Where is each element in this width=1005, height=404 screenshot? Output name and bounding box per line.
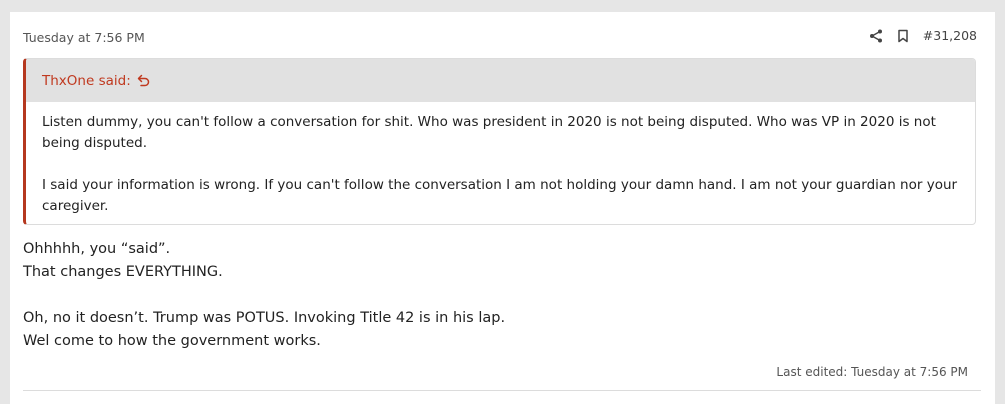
- post-number-link[interactable]: #31,208: [923, 28, 977, 43]
- message-body: Ohhhhh, you “said”. That changes EVERYTH…: [23, 238, 973, 353]
- message-line: That changes EVERYTHING.: [23, 264, 223, 280]
- quote-block: ThxOne said: Listen dummy, you can't fol…: [23, 58, 976, 225]
- quote-header: ThxOne said:: [26, 59, 975, 102]
- share-icon[interactable]: [869, 29, 883, 43]
- quote-paragraph: I said your information is wrong. If you…: [42, 177, 958, 214]
- quote-author-link[interactable]: ThxOne said:: [42, 73, 131, 89]
- post-date[interactable]: Tuesday at 7:56 PM: [23, 30, 145, 45]
- message-line: Wel come to how the government works.: [23, 333, 321, 349]
- bookmark-icon[interactable]: [897, 29, 909, 43]
- quote-body: Listen dummy, you can't follow a convers…: [26, 102, 975, 217]
- post-container: Tuesday at 7:56 PM #31,208 ThxOne said:: [10, 12, 995, 404]
- post-actions: #31,208: [869, 28, 977, 43]
- quote-paragraph: Listen dummy, you can't follow a convers…: [42, 114, 936, 151]
- message-line: Ohhhhh, you “said”.: [23, 241, 171, 257]
- divider: [23, 390, 981, 391]
- reply-jump-icon[interactable]: [137, 74, 150, 87]
- message-line: Oh, no it doesn’t. Trump was POTUS. Invo…: [23, 310, 506, 326]
- last-edited-note: Last edited: Tuesday at 7:56 PM: [776, 365, 968, 379]
